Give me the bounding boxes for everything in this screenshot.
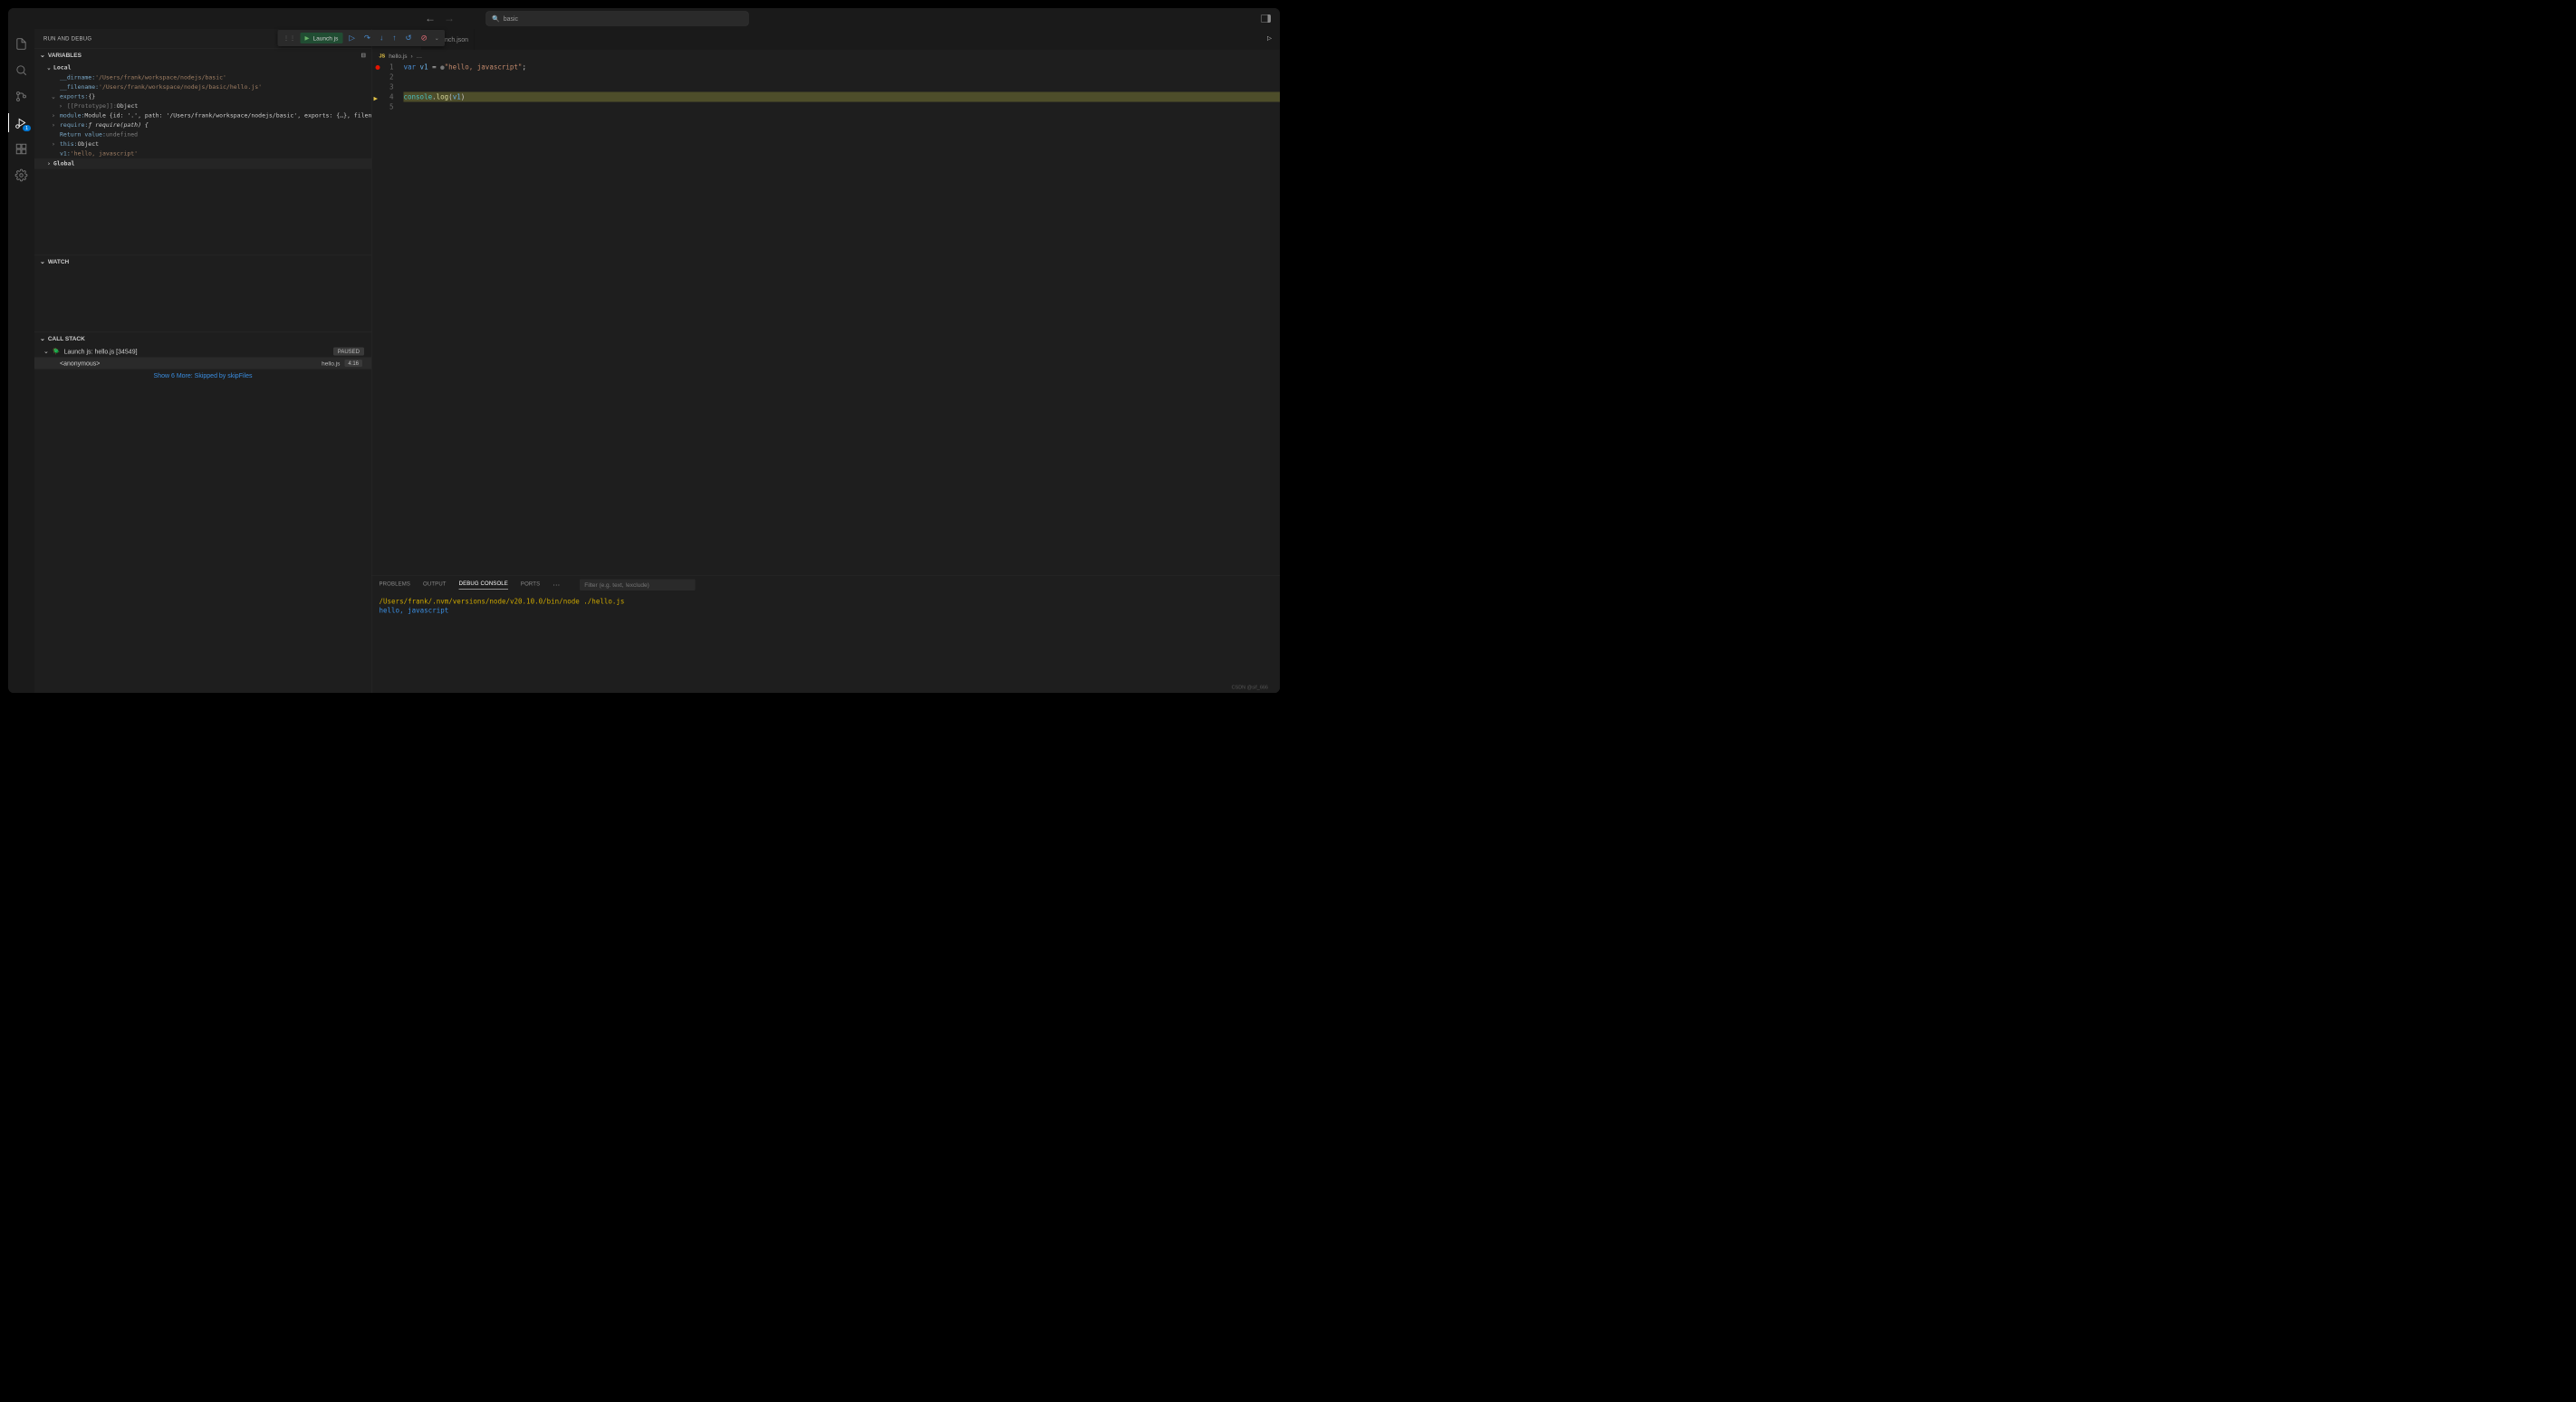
tab-ports[interactable]: PORTS (521, 581, 540, 590)
variables-section: ⌄ VARIABLES ⊟ ⌄Local __dirname: '/Users/… (34, 48, 371, 254)
bottom-panel: PROBLEMS OUTPUT DEBUG CONSOLE PORTS ⋯ /U… (372, 575, 1281, 693)
tab-problems[interactable]: PROBLEMS (380, 581, 411, 590)
session-label: Launch js: hello.js [34549] (64, 348, 138, 355)
restart-button[interactable]: ↺ (400, 34, 416, 43)
step-over-button[interactable]: ↷ (360, 34, 375, 43)
watch-section: ⌄ WATCH (34, 254, 371, 331)
breakpoint-icon[interactable] (376, 65, 380, 70)
debug-toolbar[interactable]: ⋮⋮ ▶ Launch js ▷ ↷ ↓ ↑ ↺ ⊘ ⌄ (278, 30, 445, 46)
step-out-button[interactable]: ↑ (388, 34, 400, 43)
var-row[interactable]: ›this: Object (34, 139, 371, 149)
session-status: PAUSED (333, 347, 364, 355)
breadcrumb[interactable]: JS hello.js › … (372, 50, 1281, 62)
continue-button[interactable]: ▷ (344, 34, 360, 43)
chevron-right-icon: › (52, 122, 55, 130)
chevron-down-icon: ⌄ (40, 52, 45, 60)
editor-area: JS hello.js × {} launch.json ▷ JS hello.… (372, 29, 1281, 693)
stop-button[interactable]: ⊘ (417, 34, 432, 43)
watch-body (34, 268, 371, 331)
run-debug-icon[interactable]: 1 (14, 116, 28, 130)
chevron-right-icon: › (47, 160, 51, 168)
code-editor[interactable]: 1 2 3 ▶4 5 var v1 = ●"hello, javascript"… (372, 62, 1281, 576)
run-file-icon[interactable]: ▷ (1267, 34, 1272, 42)
debug-dropdown-icon[interactable]: ⌄ (432, 35, 442, 42)
callstack-section: ⌄ CALL STACK ⌄ 🪲 Launch js: hello.js [34… (34, 331, 371, 693)
debug-console-output[interactable]: /Users/frank/.nvm/versions/node/v20.10.0… (372, 594, 1281, 693)
console-line: /Users/frank/.nvm/versions/node/v20.10.0… (380, 597, 1274, 606)
layout-toggle-icon[interactable] (1261, 14, 1271, 23)
panel-tabs: PROBLEMS OUTPUT DEBUG CONSOLE PORTS ⋯ (372, 576, 1281, 595)
chevron-right-icon: › (52, 141, 55, 149)
callstack-body: ⌄ 🪲 Launch js: hello.js [34549] PAUSED <… (34, 345, 371, 382)
nav-forward-icon: → (444, 13, 455, 25)
frame-name: <anonymous> (60, 360, 100, 367)
watermark: CSDN @sif_666 (1232, 685, 1268, 690)
console-line: hello, javascript (380, 606, 1274, 615)
chevron-down-icon: ⌄ (40, 258, 45, 266)
titlebar: ← → 🔍 basic (8, 8, 1280, 29)
code-lines[interactable]: var v1 = ●"hello, javascript"; console.l… (404, 62, 1281, 576)
var-row[interactable]: ›[[Prototype]]: Object (34, 101, 371, 111)
settings-gear-icon[interactable] (14, 168, 28, 182)
drag-handle-icon[interactable]: ⋮⋮ (281, 34, 299, 43)
stack-frame[interactable]: <anonymous> hello.js 4:16 (34, 358, 371, 370)
launch-config-label: Launch js (313, 34, 339, 42)
launch-config-selector[interactable]: ▶ Launch js (301, 33, 343, 43)
search-icon[interactable] (14, 63, 28, 77)
gutter[interactable]: 1 2 3 ▶4 5 (372, 62, 404, 576)
var-row[interactable]: Return value: undefined (34, 130, 371, 140)
chevron-right-icon: › (59, 103, 62, 110)
var-row[interactable]: ›module: Module {id: '.', path: '/Users/… (34, 111, 371, 121)
console-filter-input[interactable] (580, 580, 696, 591)
editor-tabs: JS hello.js × {} launch.json ▷ (372, 29, 1281, 50)
search-text: basic (504, 15, 518, 23)
watch-label: WATCH (48, 258, 69, 265)
tab-debug-console[interactable]: DEBUG CONSOLE (459, 581, 508, 591)
play-icon: ▶ (305, 34, 310, 42)
source-control-icon[interactable] (14, 90, 28, 103)
variables-body: ⌄Local __dirname: '/Users/frank/workspac… (34, 62, 371, 171)
debug-badge: 1 (23, 125, 31, 131)
step-into-button[interactable]: ↓ (375, 34, 388, 43)
nav-back-icon[interactable]: ← (425, 13, 436, 25)
callstack-label: CALL STACK (48, 335, 85, 342)
variables-header[interactable]: ⌄ VARIABLES ⊟ (34, 49, 371, 62)
show-more-frames[interactable]: Show 6 More: Skipped by skipFiles (34, 370, 371, 382)
sidebar: RUN AND DEBUG ⌄ VARIABLES ⊟ ⌄Local __dir… (34, 29, 372, 693)
variables-label: VARIABLES (48, 52, 82, 59)
chevron-down-icon: ⌄ (47, 64, 51, 72)
var-row[interactable]: ›require: ƒ require(path) { (34, 120, 371, 130)
var-row[interactable]: ⌄exports: {} (34, 92, 371, 102)
var-row[interactable]: v1: 'hello, javascript' (34, 149, 371, 159)
debug-session[interactable]: ⌄ 🪲 Launch js: hello.js [34549] PAUSED (34, 345, 371, 358)
command-center[interactable]: 🔍 basic (486, 12, 749, 26)
bug-icon: 🪲 (53, 348, 61, 356)
callstack-header[interactable]: ⌄ CALL STACK (34, 332, 371, 346)
nav-arrows: ← → (425, 13, 455, 25)
js-file-icon: JS (380, 53, 386, 59)
more-icon[interactable]: ⋯ (553, 581, 560, 590)
extensions-icon[interactable] (14, 142, 28, 156)
tab-output[interactable]: OUTPUT (423, 581, 447, 590)
collapse-all-icon[interactable]: ⊟ (361, 52, 366, 59)
chevron-down-icon: ⌄ (40, 335, 45, 343)
frame-location: hello.js 4:16 (322, 360, 362, 367)
var-row[interactable]: __filename: '/Users/frank/workspace/node… (34, 82, 371, 92)
activity-bar: 1 (8, 29, 34, 693)
scope-local[interactable]: ⌄Local (34, 62, 371, 73)
search-icon: 🔍 (492, 14, 500, 23)
watch-header[interactable]: ⌄ WATCH (34, 255, 371, 269)
chevron-down-icon: ⌄ (52, 93, 55, 101)
scope-global[interactable]: ›Global (34, 158, 371, 169)
chevron-right-icon: › (52, 112, 55, 120)
chevron-down-icon: ⌄ (43, 348, 49, 356)
var-row[interactable]: __dirname: '/Users/frank/workspace/nodej… (34, 73, 371, 83)
explorer-icon[interactable] (14, 37, 28, 51)
